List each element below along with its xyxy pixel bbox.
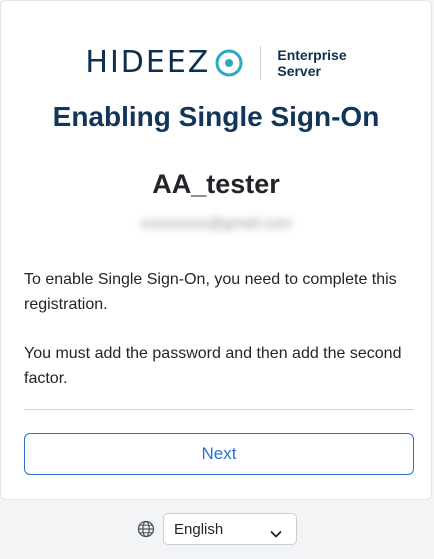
page-title: Enabling Single Sign-On — [52, 101, 380, 132]
chevron-down-icon — [270, 525, 282, 538]
user-email: xxxxxxxxx@gmail.com — [140, 215, 292, 232]
registration-card: HIDEEZ Enterprise Server Enabling Single… — [0, 0, 432, 500]
brand-separator — [260, 46, 262, 80]
divider — [24, 409, 414, 410]
brand-subtitle: Enterprise Server — [277, 47, 346, 79]
brand-logo: HIDEEZ Enterprise Server — [1, 41, 431, 85]
language-selected-value: English — [174, 520, 224, 538]
brand-wordmark: HIDEEZ — [85, 45, 211, 80]
instruction-text-1: To enable Single Sign-On, you need to co… — [24, 271, 397, 313]
globe-icon — [137, 520, 155, 538]
brand-subtitle-line2: Server — [277, 63, 321, 79]
brand-subtitle-line1: Enterprise — [277, 47, 347, 63]
username: AA_tester — [152, 169, 280, 199]
brand-circle-icon — [214, 48, 244, 78]
next-button[interactable]: Next — [24, 433, 414, 475]
language-selector-row: English — [0, 512, 434, 546]
language-select[interactable]: English — [163, 513, 297, 545]
instruction-text-2: You must add the password and then add t… — [24, 345, 402, 387]
